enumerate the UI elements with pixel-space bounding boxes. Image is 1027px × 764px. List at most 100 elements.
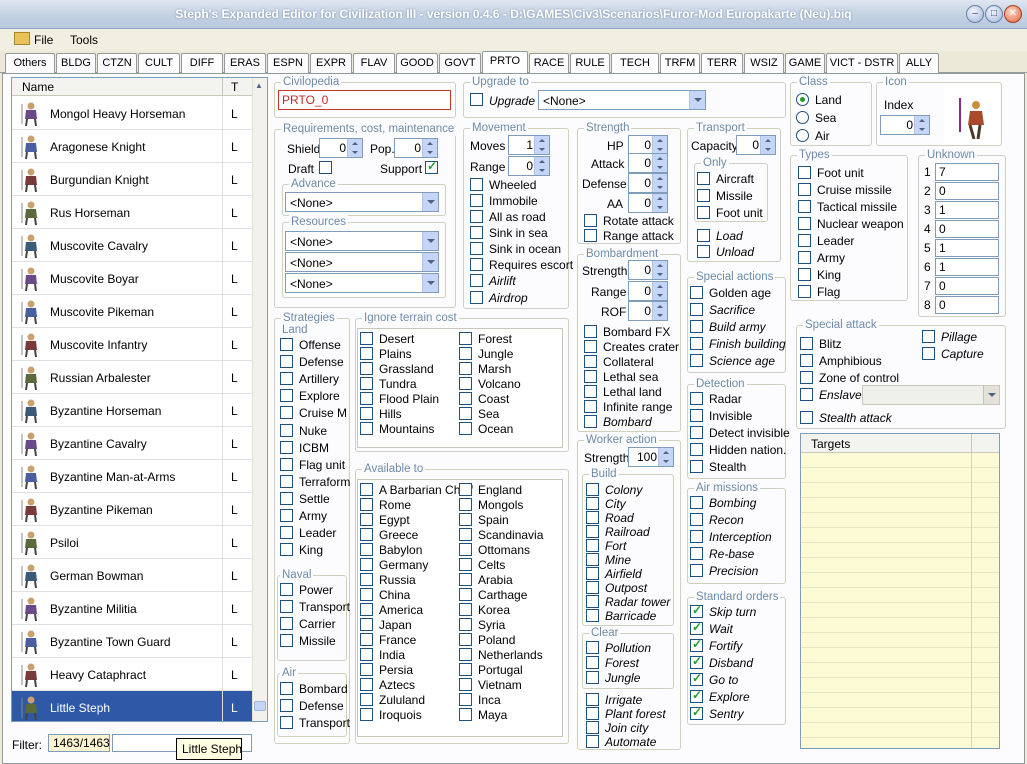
chevron-down-icon[interactable]: [983, 386, 999, 404]
land-king-checkbox[interactable]: [280, 543, 293, 557]
land-offense-checkbox[interactable]: [280, 338, 293, 351]
civ-korea-checkbox[interactable]: [459, 603, 472, 616]
unknown-value-input[interactable]: 0: [935, 296, 999, 314]
bomb-lethal-sea-checkbox[interactable]: [584, 370, 597, 383]
close-icon[interactable]: ✕: [1004, 5, 1022, 23]
unknown-value-input[interactable]: 0: [935, 182, 999, 200]
defense-stepper[interactable]: 0: [628, 173, 668, 193]
build-outpost-checkbox[interactable]: [586, 581, 599, 594]
pop-stepper[interactable]: 0: [394, 138, 438, 158]
worker-plant-forest-checkbox[interactable]: [586, 707, 599, 720]
civ-celts-checkbox[interactable]: [459, 558, 472, 571]
only-foot-unit-checkbox[interactable]: [697, 206, 710, 219]
land-nuke-checkbox[interactable]: [280, 423, 293, 437]
order-fortify-checkbox[interactable]: [690, 637, 703, 652]
sa-golden-age-checkbox[interactable]: [690, 286, 703, 299]
type-cruise-missile-checkbox[interactable]: [798, 183, 811, 196]
transport-load-checkbox[interactable]: [697, 229, 710, 242]
civ-vietnam-checkbox[interactable]: [459, 678, 472, 691]
civ-india-checkbox[interactable]: [360, 648, 373, 661]
move-sink-in-sea-checkbox[interactable]: [470, 226, 483, 239]
move-wheeled-checkbox[interactable]: [470, 178, 483, 191]
civ-rome-checkbox[interactable]: [360, 498, 373, 511]
civ-carthage-checkbox[interactable]: [459, 588, 472, 601]
det-stealth-checkbox[interactable]: [690, 460, 703, 473]
tab-ally[interactable]: ALLY: [899, 53, 939, 73]
build-city-checkbox[interactable]: [586, 497, 599, 510]
list-item[interactable]: Muscovite Infantry L: [12, 328, 254, 361]
sa-science-age-checkbox[interactable]: [690, 354, 703, 367]
tab-tech[interactable]: TECH: [611, 53, 659, 73]
move-airdrop-checkbox[interactable]: [470, 291, 483, 304]
worker-strength-stepper[interactable]: 100: [628, 447, 674, 467]
tab-others[interactable]: Others: [5, 53, 55, 73]
type-tactical-missile-checkbox[interactable]: [798, 200, 811, 213]
terrain-ocean-checkbox[interactable]: [459, 422, 472, 435]
targets-list[interactable]: Targets: [800, 433, 1000, 749]
spatk-amphibious-checkbox[interactable]: [800, 354, 813, 367]
aa-stepper[interactable]: 0: [628, 193, 668, 213]
hp-stepper[interactable]: 0: [628, 135, 668, 155]
civ-babylon-checkbox[interactable]: [360, 543, 373, 556]
airm-bombing-checkbox[interactable]: [690, 496, 703, 509]
resource-select-1[interactable]: <None>: [285, 231, 439, 251]
resource-select-3[interactable]: <None>: [285, 273, 439, 293]
tab-good[interactable]: GOOD: [396, 53, 438, 73]
naval-power-checkbox[interactable]: [280, 583, 293, 596]
capacity-stepper[interactable]: 0: [736, 135, 776, 155]
land-army-checkbox[interactable]: [280, 509, 293, 522]
spatk-blitz-checkbox[interactable]: [800, 337, 813, 350]
spatk-stealth-attack-checkbox[interactable]: [800, 411, 813, 424]
civ-spain-checkbox[interactable]: [459, 513, 472, 526]
airm-recon-checkbox[interactable]: [690, 513, 703, 526]
bomb-lethal-land-checkbox[interactable]: [584, 385, 597, 398]
tab-terr[interactable]: TERR: [701, 53, 743, 73]
build-radar-tower-checkbox[interactable]: [586, 595, 599, 608]
clear-pollution-checkbox[interactable]: [586, 641, 599, 654]
unknown-value-input[interactable]: 0: [935, 277, 999, 295]
terrain-marsh-checkbox[interactable]: [459, 362, 472, 375]
civilopedia-input[interactable]: PRTO_0: [278, 90, 451, 110]
tab-govt[interactable]: GOVT: [439, 53, 481, 73]
spatk-pillage-checkbox[interactable]: [922, 330, 935, 343]
bomb-bombard-checkbox[interactable]: [584, 415, 597, 428]
bomb-bombard-fx-checkbox[interactable]: [584, 325, 597, 338]
rof-stepper[interactable]: 0: [628, 301, 668, 321]
transport-unload-checkbox[interactable]: [697, 245, 710, 258]
unit-list[interactable]: Name T Mongol Heavy Horseman L Aragonese K…: [11, 77, 268, 722]
civ-ottomans-checkbox[interactable]: [459, 543, 472, 556]
resource-select-2[interactable]: <None>: [285, 252, 439, 272]
type-leader-checkbox[interactable]: [798, 234, 811, 247]
tab-bldg[interactable]: BLDG: [56, 53, 96, 73]
build-fort-checkbox[interactable]: [586, 539, 599, 552]
unknown-value-input[interactable]: 1: [935, 201, 999, 219]
only-aircraft-checkbox[interactable]: [697, 172, 710, 185]
land-terraform-checkbox[interactable]: [280, 474, 293, 488]
bomb-strength-stepper[interactable]: 0: [628, 260, 668, 280]
civ-syria-checkbox[interactable]: [459, 618, 472, 631]
list-item[interactable]: Heavy Cataphract L: [12, 658, 254, 691]
scroll-up-icon[interactable]: ▲: [255, 81, 263, 90]
type-army-checkbox[interactable]: [798, 251, 811, 264]
land-flag-unit-checkbox[interactable]: [280, 457, 293, 471]
list-item[interactable]: Burgundian Knight L: [12, 163, 254, 196]
civ-poland-checkbox[interactable]: [459, 633, 472, 646]
advance-select[interactable]: <None>: [285, 192, 439, 212]
airm-re-base-checkbox[interactable]: [690, 547, 703, 560]
terrain-forest-checkbox[interactable]: [459, 332, 472, 345]
land-explore-checkbox[interactable]: [280, 389, 293, 403]
class-air-radio[interactable]: [796, 129, 809, 142]
bomb-creates-crater-checkbox[interactable]: [584, 340, 597, 353]
civ-aztecs-checkbox[interactable]: [360, 678, 373, 691]
tab-eras[interactable]: ERAS: [224, 53, 266, 73]
civ-russia-checkbox[interactable]: [360, 573, 373, 586]
menu-tools[interactable]: Tools: [70, 33, 98, 47]
tab-cult[interactable]: CULT: [138, 53, 180, 73]
airm-interception-checkbox[interactable]: [690, 530, 703, 543]
build-airfield-checkbox[interactable]: [586, 567, 599, 580]
terrain-desert-checkbox[interactable]: [360, 332, 373, 345]
land-artillery-checkbox[interactable]: [280, 372, 293, 386]
maximize-icon[interactable]: □: [985, 5, 1003, 23]
terrain-sea-checkbox[interactable]: [459, 407, 472, 420]
terrain-grassland-checkbox[interactable]: [360, 362, 373, 375]
